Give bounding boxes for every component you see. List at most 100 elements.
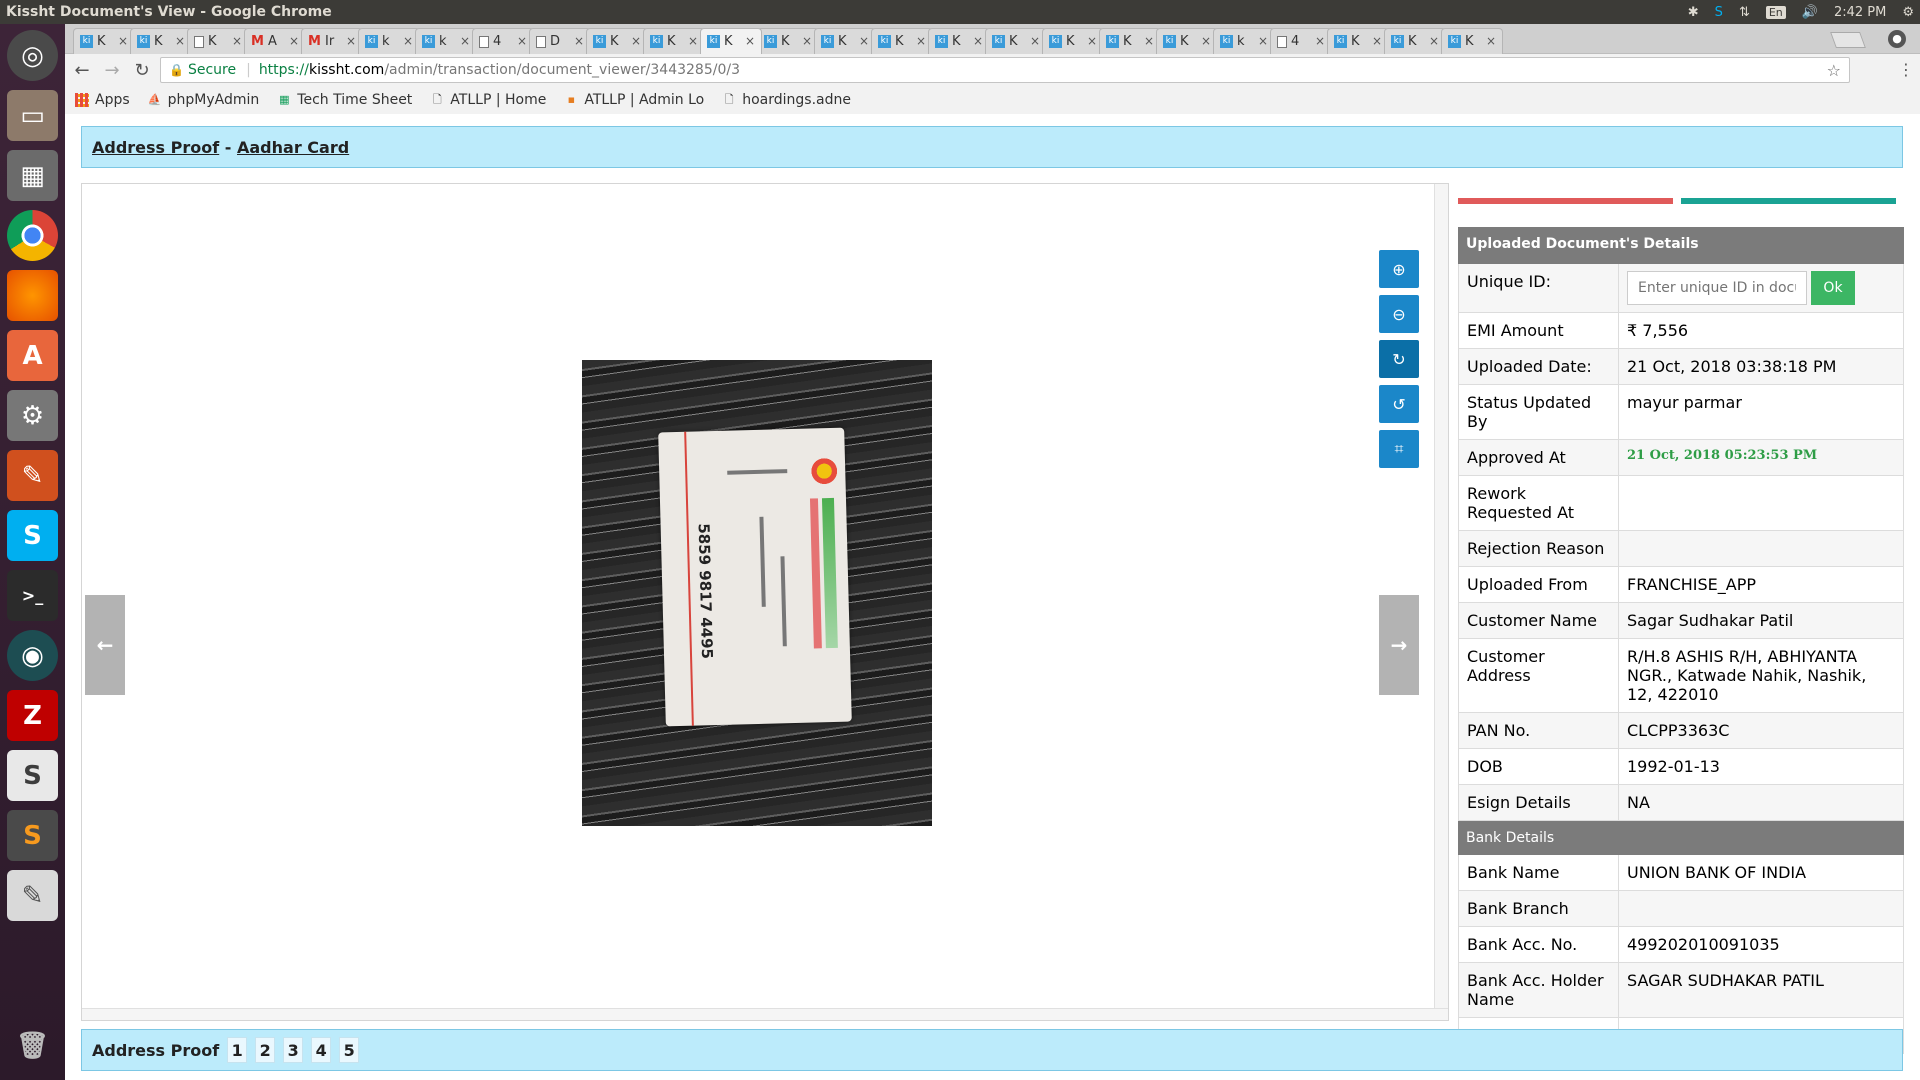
system-settings-icon[interactable]: ⚙ <box>7 390 58 441</box>
browser-tab[interactable]: ki k × <box>358 28 420 54</box>
tab-close-icon[interactable]: × <box>232 34 242 48</box>
tab-close-icon[interactable]: × <box>1486 34 1496 48</box>
gedit-icon[interactable]: ✎ <box>7 870 58 921</box>
browser-tab[interactable]: ki K × <box>586 28 648 54</box>
page-number-button[interactable]: 4 <box>311 1037 332 1063</box>
browser-tab[interactable]: ki K × <box>1384 28 1446 54</box>
bookmark-star-icon[interactable]: ☆ <box>1827 61 1841 80</box>
software-center-icon[interactable]: A <box>7 330 58 381</box>
tab-close-icon[interactable]: × <box>973 34 983 48</box>
tab-close-icon[interactable]: × <box>1030 34 1040 48</box>
browser-tab[interactable]: ki K × <box>1099 28 1161 54</box>
tab-close-icon[interactable]: × <box>859 34 869 48</box>
firefox-icon[interactable] <box>7 270 58 321</box>
next-image-button[interactable]: → <box>1379 595 1419 695</box>
unique-id-input[interactable] <box>1627 271 1807 305</box>
tab-close-icon[interactable]: × <box>517 34 527 48</box>
browser-tab[interactable]: M A × <box>244 28 306 54</box>
tab-close-icon[interactable]: × <box>1201 34 1211 48</box>
vertical-scrollbar[interactable] <box>1434 184 1448 1020</box>
back-arrow-icon[interactable]: ← <box>69 57 95 83</box>
browser-tab[interactable]: ki K × <box>871 28 933 54</box>
clock[interactable]: 2:42 PM <box>1834 5 1886 20</box>
keyboard-layout-indicator[interactable]: En <box>1765 5 1786 19</box>
power-gear-icon[interactable]: ⚙ <box>1902 5 1914 20</box>
sublime-text-icon[interactable]: S <box>7 810 58 861</box>
browser-tab[interactable]: ki k × <box>1213 28 1275 54</box>
bookmark-item[interactable]: Apps <box>75 92 130 108</box>
bookmark-item[interactable]: ▪ ATLLP | Admin Lo <box>564 92 705 108</box>
browser-tab[interactable]: M Ir × <box>301 28 363 54</box>
filezilla-icon[interactable]: Z <box>7 690 58 741</box>
bookmark-item[interactable]: 🗋 hoardings.adne <box>722 92 851 108</box>
browser-tab[interactable]: ki K × <box>1441 28 1503 54</box>
browser-tab[interactable]: ki K × <box>1042 28 1104 54</box>
tab-close-icon[interactable]: × <box>346 34 356 48</box>
browser-tab[interactable]: K × <box>187 28 249 54</box>
crop-button[interactable]: ⌗ <box>1379 430 1419 468</box>
skype-icon[interactable]: S <box>7 510 58 561</box>
horizontal-scrollbar[interactable] <box>82 1008 1448 1020</box>
trash-icon[interactable]: 🗑 <box>7 1020 58 1071</box>
forward-arrow-icon[interactable]: → <box>99 57 125 83</box>
address-bar[interactable]: 🔒 Secure | https:// kissht.com /admin/tr… <box>160 57 1850 83</box>
tab-close-icon[interactable]: × <box>802 34 812 48</box>
page-number-button[interactable]: 5 <box>339 1037 360 1063</box>
browser-tab[interactable]: ki K × <box>1327 28 1389 54</box>
tab-close-icon[interactable]: × <box>403 34 413 48</box>
section-title[interactable]: Address Proof <box>92 138 219 157</box>
browser-tab[interactable]: ki K × <box>985 28 1047 54</box>
page-number-button[interactable]: 3 <box>283 1037 304 1063</box>
tab-close-icon[interactable]: × <box>688 34 698 48</box>
tab-close-icon[interactable]: × <box>1258 34 1268 48</box>
page-number-button[interactable]: 1 <box>227 1037 248 1063</box>
tab-close-icon[interactable]: × <box>1429 34 1439 48</box>
calculator-icon[interactable]: ▦ <box>7 150 58 201</box>
rotate-left-button[interactable]: ↺ <box>1379 385 1419 423</box>
network-icon[interactable]: ⇅ <box>1739 5 1750 20</box>
browser-tab[interactable]: ki K × <box>928 28 990 54</box>
browser-tab[interactable]: ki K × <box>1156 28 1218 54</box>
ok-button[interactable]: Ok <box>1811 271 1855 305</box>
browser-tab[interactable]: ki K × <box>73 28 135 54</box>
zoom-out-button[interactable]: ⊖ <box>1379 295 1419 333</box>
browser-tab[interactable]: ki K × <box>757 28 819 54</box>
tab-close-icon[interactable]: × <box>460 34 470 48</box>
rotate-right-button[interactable]: ↻ <box>1379 340 1419 378</box>
gitkraken-icon[interactable]: ◉ <box>7 630 58 681</box>
tab-close-icon[interactable]: × <box>1144 34 1154 48</box>
skype-tray-icon[interactable]: S <box>1715 5 1723 20</box>
settings-tray-icon[interactable]: ✱ <box>1688 5 1699 20</box>
browser-tab[interactable]: D × <box>529 28 591 54</box>
browser-tab[interactable]: ki K × <box>700 28 762 54</box>
browser-tab[interactable]: ki K × <box>814 28 876 54</box>
previous-image-button[interactable]: ← <box>85 595 125 695</box>
bookmark-item[interactable]: ⛵ phpMyAdmin <box>148 92 260 108</box>
page-number-button[interactable]: 2 <box>255 1037 276 1063</box>
tab-close-icon[interactable]: × <box>1315 34 1325 48</box>
chrome-menu-icon[interactable]: ⋮ <box>1898 60 1914 79</box>
new-tab-button[interactable] <box>1830 32 1866 48</box>
terminal-icon[interactable]: >_ <box>7 570 58 621</box>
tab-close-icon[interactable]: × <box>574 34 584 48</box>
slack-icon[interactable]: S <box>7 750 58 801</box>
browser-tab[interactable]: 4 × <box>472 28 534 54</box>
text-editor-pen-icon[interactable]: ✎ <box>7 450 58 501</box>
tab-close-icon[interactable]: × <box>745 34 755 48</box>
files-icon[interactable]: ▭ <box>7 90 58 141</box>
profile-icon[interactable]: ● <box>1888 30 1906 48</box>
chrome-icon[interactable] <box>7 210 58 261</box>
bookmark-item[interactable]: ▦ Tech Time Sheet <box>277 92 412 108</box>
tab-close-icon[interactable]: × <box>1087 34 1097 48</box>
tab-close-icon[interactable]: × <box>1372 34 1382 48</box>
browser-tab[interactable]: ki K × <box>643 28 705 54</box>
tab-close-icon[interactable]: × <box>289 34 299 48</box>
tab-close-icon[interactable]: × <box>916 34 926 48</box>
tab-close-icon[interactable]: × <box>118 34 128 48</box>
browser-tab[interactable]: 4 × <box>1270 28 1332 54</box>
tab-close-icon[interactable]: × <box>175 34 185 48</box>
bookmark-item[interactable]: 🗋 ATLLP | Home <box>430 92 546 108</box>
zoom-in-button[interactable]: ⊕ <box>1379 250 1419 288</box>
browser-tab[interactable]: ki k × <box>415 28 477 54</box>
browser-tab[interactable]: ki K × <box>130 28 192 54</box>
